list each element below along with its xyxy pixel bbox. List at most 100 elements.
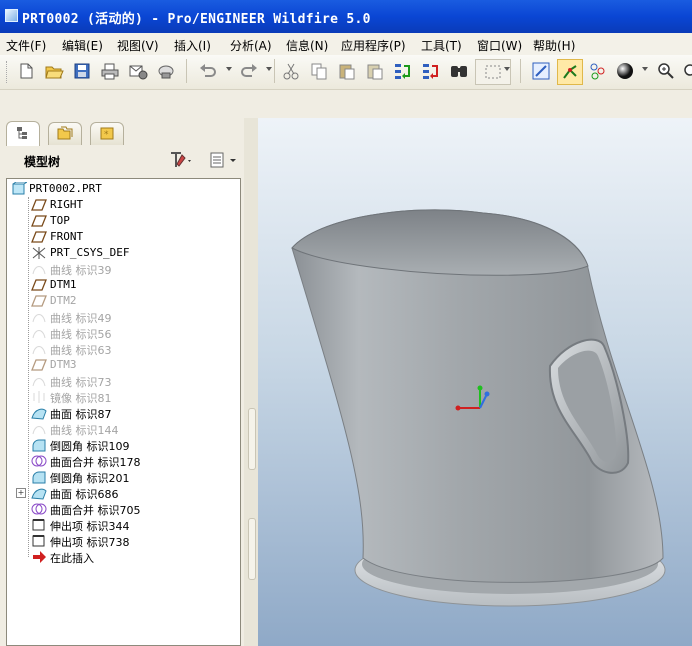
- tree-item[interactable]: 曲线 标识49: [7, 309, 237, 325]
- new-icon[interactable]: [14, 59, 38, 83]
- round-icon: [31, 438, 47, 452]
- tree-item[interactable]: 曲线 标识73: [7, 373, 237, 389]
- save-icon[interactable]: [70, 59, 94, 83]
- insert-here-icon: [31, 550, 47, 564]
- part-icon: [11, 181, 29, 196]
- tree-item-label: 曲面合并 标识705: [50, 504, 141, 517]
- zoom-in-icon[interactable]: [654, 59, 678, 83]
- redo-dropdown-icon[interactable]: [266, 67, 272, 71]
- tree-item[interactable]: 镜像 标识81: [7, 389, 237, 405]
- splitter-handle[interactable]: [248, 408, 256, 470]
- tab-favorites[interactable]: *: [90, 122, 124, 145]
- tree-show-button[interactable]: [208, 150, 242, 172]
- tree-item[interactable]: 曲面 标识87: [7, 405, 237, 421]
- menu-tools[interactable]: 工具(T): [421, 37, 462, 54]
- model-render: [291, 209, 666, 607]
- model-tree[interactable]: PRT0002.PRT RIGHT TOP FRONT PRT_CSYS_DEF 曲线 标…: [6, 178, 241, 646]
- select-box-icon[interactable]: [475, 59, 511, 85]
- tree-item-label: 曲线 标识144: [50, 424, 119, 437]
- toolbar-grip[interactable]: [6, 61, 10, 83]
- repaint-icon[interactable]: [529, 59, 553, 83]
- menu-analysis[interactable]: 分析(A): [230, 37, 272, 54]
- expand-icon[interactable]: +: [16, 488, 26, 498]
- tab-model-tree[interactable]: [6, 121, 40, 146]
- protrusion-icon: [31, 534, 47, 548]
- paste-icon[interactable]: [335, 59, 359, 83]
- tab-folder-browser[interactable]: [48, 122, 82, 145]
- tree-item[interactable]: PRT_CSYS_DEF: [7, 245, 237, 261]
- splitter-handle[interactable]: [248, 518, 256, 580]
- paste-special-icon[interactable]: [363, 59, 387, 83]
- send-mail-icon[interactable]: [126, 59, 150, 83]
- redo-icon[interactable]: [237, 59, 261, 83]
- orient-mode-icon[interactable]: [585, 59, 609, 83]
- regen-manager-icon[interactable]: [419, 59, 443, 83]
- menu-insert[interactable]: 插入(I): [174, 37, 211, 54]
- find-icon[interactable]: [447, 59, 471, 83]
- tree-item[interactable]: 曲面合并 标识178: [7, 453, 237, 469]
- menu-info[interactable]: 信息(N): [286, 37, 328, 54]
- tree-item-label: 倒圆角 标识201: [50, 472, 130, 485]
- tree-item[interactable]: 倒圆角 标识109: [7, 437, 237, 453]
- cut-icon[interactable]: [279, 59, 303, 83]
- surface-icon: [31, 406, 47, 420]
- toolbar-separator: [186, 59, 187, 83]
- datum-plane-icon: [31, 214, 47, 228]
- tree-item[interactable]: 曲线 标识39: [7, 261, 237, 277]
- undo-icon[interactable]: [196, 59, 220, 83]
- tree-item-label: 曲面 标识686: [50, 488, 119, 501]
- menu-bar: 文件(F) 编辑(E) 视图(V) 插入(I) 分析(A) 信息(N) 应用程序…: [0, 33, 692, 55]
- tree-item[interactable]: 伸出项 标识738: [7, 533, 237, 549]
- merge-icon: [31, 454, 47, 468]
- tree-item[interactable]: 曲线 标识144: [7, 421, 237, 437]
- tree-item[interactable]: DTM1: [7, 277, 237, 293]
- copy-icon[interactable]: [307, 59, 331, 83]
- tree-item[interactable]: DTM2: [7, 293, 237, 309]
- tree-item[interactable]: FRONT: [7, 229, 237, 245]
- datum-plane-icon: [31, 198, 47, 212]
- tree-item[interactable]: TOP: [7, 213, 237, 229]
- tree-item-label: DTM2: [50, 294, 77, 307]
- main-toolbar: [0, 55, 692, 90]
- settings-tools-icon: [168, 150, 194, 173]
- title-bar: PRT0002 (活动的) - Pro/ENGINEER Wildfire 5.…: [0, 0, 692, 33]
- open-icon[interactable]: [42, 59, 66, 83]
- round-icon: [31, 470, 47, 484]
- datum-plane-icon: [31, 358, 47, 372]
- tree-item[interactable]: 伸出项 标识344: [7, 517, 237, 533]
- mirror-icon: [31, 390, 47, 404]
- menu-edit[interactable]: 编辑(E): [62, 37, 103, 54]
- regenerate-icon[interactable]: [391, 59, 415, 83]
- tree-item-label: 曲线 标识73: [50, 376, 112, 389]
- tree-item[interactable]: 曲面合并 标识705: [7, 501, 237, 517]
- menu-window[interactable]: 窗口(W): [477, 37, 522, 54]
- menu-help[interactable]: 帮助(H): [533, 37, 575, 54]
- tree-item[interactable]: 在此插入: [7, 549, 237, 565]
- tree-item-label: 在此插入: [50, 552, 94, 565]
- send-icon[interactable]: [154, 59, 178, 83]
- graphics-window[interactable]: [258, 118, 692, 646]
- tree-item-label: DTM3: [50, 358, 77, 371]
- zoom-out-icon[interactable]: [680, 59, 692, 83]
- panel-splitter[interactable]: [244, 118, 258, 646]
- menu-view[interactable]: 视图(V): [117, 37, 159, 54]
- shading-dropdown-icon[interactable]: [642, 67, 648, 71]
- menu-file[interactable]: 文件(F): [6, 37, 46, 54]
- tree-settings-button[interactable]: [168, 150, 202, 172]
- tree-item[interactable]: RIGHT: [7, 197, 237, 213]
- tree-item[interactable]: PRT0002.PRT: [7, 181, 237, 197]
- tree-item[interactable]: DTM3: [7, 357, 237, 373]
- shading-icon[interactable]: [613, 59, 637, 83]
- menu-applications[interactable]: 应用程序(P): [341, 37, 406, 54]
- tree-item[interactable]: 曲面 标识686 +: [7, 485, 237, 501]
- print-icon[interactable]: [98, 59, 122, 83]
- tree-item[interactable]: 曲线 标识63: [7, 341, 237, 357]
- spin-center-icon[interactable]: [557, 59, 583, 85]
- merge-icon: [31, 502, 47, 516]
- select-dropdown-icon[interactable]: [504, 67, 510, 71]
- undo-dropdown-icon[interactable]: [226, 67, 232, 71]
- tree-item[interactable]: 倒圆角 标识201: [7, 469, 237, 485]
- list-icon: [208, 150, 238, 173]
- tree-item-label: DTM1: [50, 278, 77, 291]
- tree-item[interactable]: 曲线 标识56: [7, 325, 237, 341]
